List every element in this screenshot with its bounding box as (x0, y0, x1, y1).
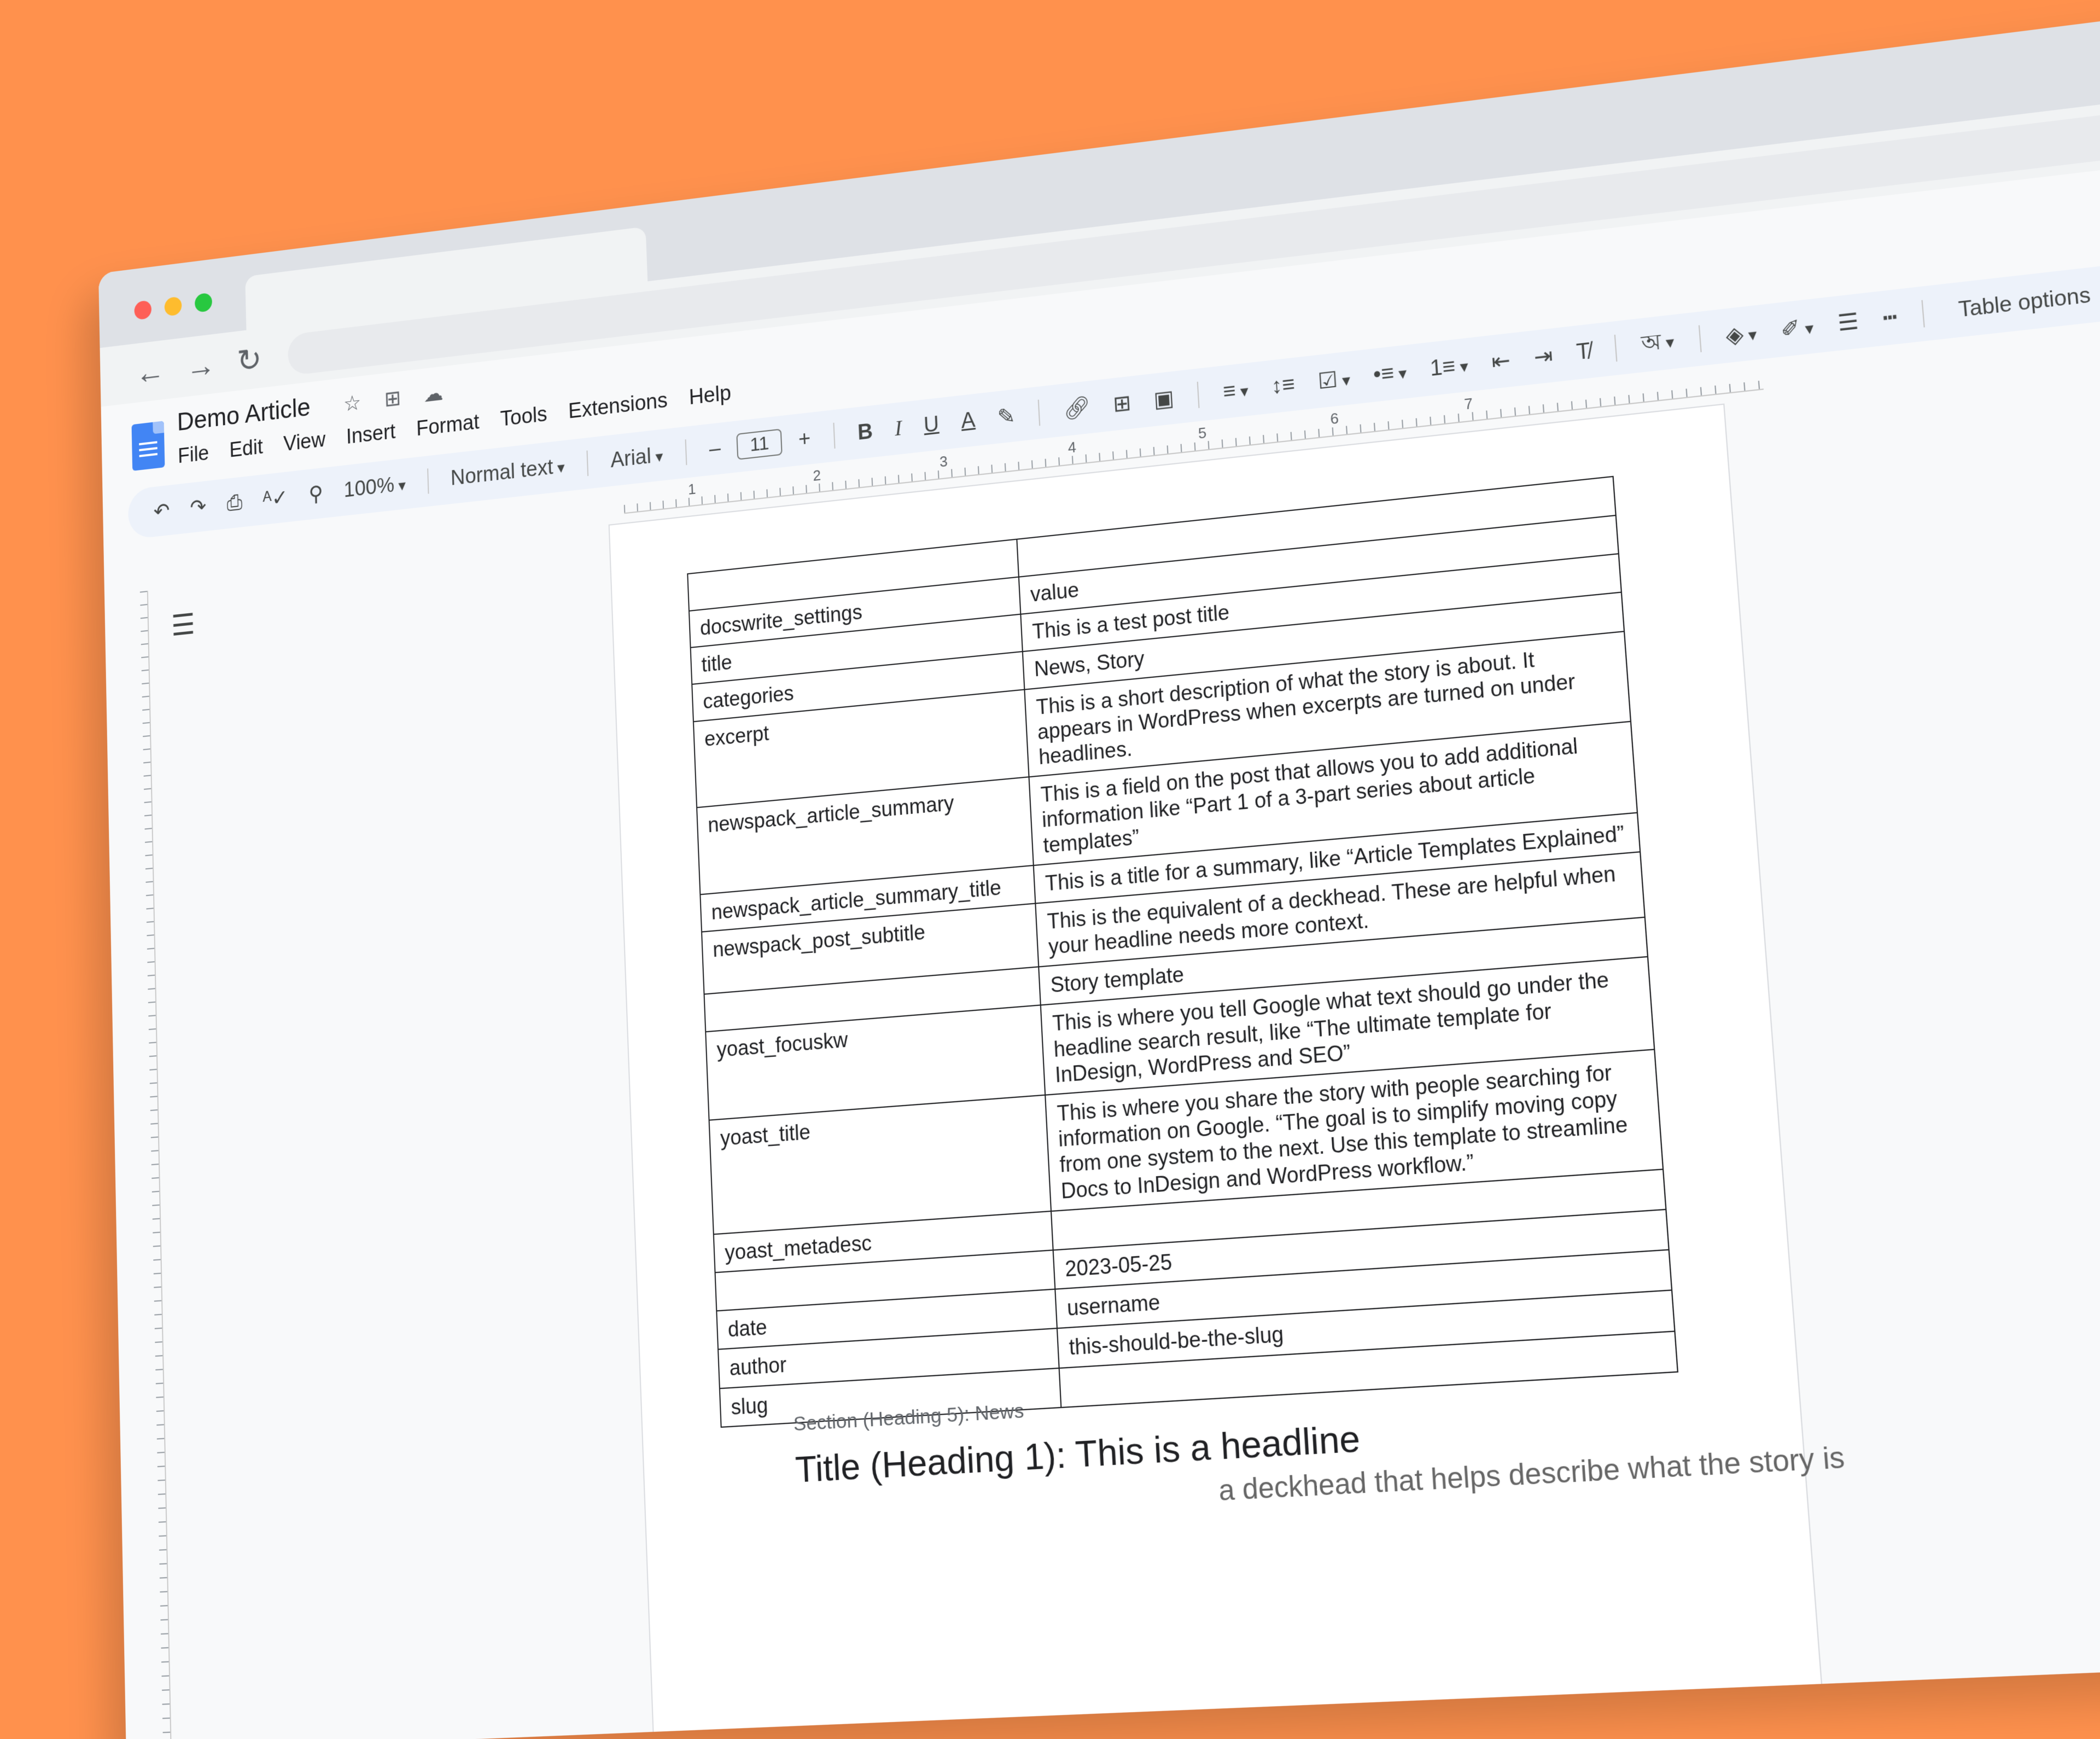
ruler-number: 5 (1198, 424, 1207, 443)
italic-button[interactable]: I (889, 415, 908, 442)
toolbar-divider (586, 450, 589, 476)
toolbar-divider (685, 439, 687, 466)
toolbar-divider (1197, 381, 1200, 408)
menu-tools[interactable]: Tools (500, 403, 547, 432)
ruler-number: 6 (1329, 409, 1339, 428)
checklist-icon[interactable]: ☑ (1311, 364, 1357, 395)
decrease-font-size-button[interactable]: – (703, 436, 726, 462)
table-key-cell[interactable]: yoast_title (709, 1095, 1052, 1235)
forward-arrow-icon[interactable]: → (186, 347, 216, 385)
redo-icon[interactable]: ↷ (185, 493, 212, 521)
decrease-indent-icon[interactable]: ⇤ (1485, 346, 1517, 376)
toolbar-divider (1614, 334, 1618, 362)
insert-image-icon[interactable]: ▣ (1147, 384, 1181, 413)
border-width-icon[interactable]: ☰ (1830, 307, 1865, 337)
spellcheck-icon[interactable]: ᴬ✓ (258, 484, 294, 513)
link-icon[interactable]: 🔗︎ (1057, 394, 1097, 423)
cloud-status-icon[interactable]: ☁ (422, 380, 445, 408)
font-size-input[interactable]: 11 (736, 428, 783, 460)
border-color-icon[interactable]: ✐ (1774, 312, 1821, 344)
border-dash-icon[interactable]: ┅ (1876, 303, 1904, 332)
menu-view[interactable]: View (283, 428, 326, 457)
undo-icon[interactable]: ↶ (148, 497, 175, 525)
toolbar-divider (1921, 300, 1926, 328)
text-color-button[interactable]: A (955, 407, 981, 434)
menu-extensions[interactable]: Extensions (568, 388, 668, 423)
settings-table[interactable]: docswrite_settings value title This is a te… (687, 476, 1678, 1428)
docs-logo-icon[interactable] (131, 421, 165, 471)
bulleted-list-icon[interactable]: •≡ (1367, 358, 1413, 388)
underline-button[interactable]: U (918, 411, 945, 439)
menu-format[interactable]: Format (416, 410, 480, 441)
scene: ← → ↻ Demo Article ☆ ⊞ ☁ File Edit View Ins… (0, 0, 2100, 1739)
title-icons: ☆ ⊞ ☁ (341, 380, 445, 417)
numbered-list-icon[interactable]: 1≡ (1424, 352, 1475, 382)
increase-font-size-button[interactable]: + (792, 426, 816, 452)
align-icon[interactable]: ≡ (1217, 376, 1255, 405)
fill-color-icon[interactable]: ◈ (1719, 318, 1764, 350)
print-icon[interactable]: ⎙ (221, 490, 248, 516)
increase-indent-icon[interactable]: ⇥ (1527, 341, 1559, 371)
document-title[interactable]: Demo Article (177, 392, 311, 437)
back-arrow-icon[interactable]: ← (135, 353, 165, 391)
vertical-ruler[interactable] (125, 590, 172, 1739)
toolbar-divider (1698, 325, 1702, 352)
document-page[interactable]: docswrite_settings value title This is a te… (608, 403, 1846, 1739)
document-outline-icon[interactable]: ☰ (171, 608, 196, 643)
clear-formatting-icon[interactable]: T̸ (1570, 338, 1597, 366)
add-comment-icon[interactable]: ⊞ (1107, 389, 1138, 418)
star-icon[interactable]: ☆ (341, 390, 364, 417)
maximize-window-button[interactable] (194, 292, 213, 313)
menu-help[interactable]: Help (689, 381, 732, 410)
paint-format-icon[interactable]: ⚲ (303, 480, 328, 508)
minimize-window-button[interactable] (164, 296, 182, 317)
browser-window: ← → ↻ Demo Article ☆ ⊞ ☁ File Edit View Ins… (98, 0, 2100, 1739)
toolbar-divider (427, 468, 429, 494)
ruler-number: 3 (939, 452, 948, 470)
toolbar-divider (833, 422, 836, 449)
menu-file[interactable]: File (178, 441, 209, 468)
line-spacing-icon[interactable]: ↕≡ (1265, 371, 1302, 399)
style-select[interactable]: Normal text (445, 453, 570, 491)
ruler-number: 2 (812, 466, 821, 485)
ruler-number: 7 (1463, 394, 1474, 413)
table-options-button[interactable]: Table options (1942, 282, 2091, 324)
bold-button[interactable]: B (851, 418, 879, 445)
close-window-button[interactable] (134, 300, 152, 321)
input-tools-icon[interactable]: অ (1634, 322, 1682, 365)
toolbar-divider (1038, 399, 1041, 426)
highlight-icon[interactable]: ✎ (991, 402, 1022, 431)
zoom-select[interactable]: 100% (339, 471, 411, 503)
reload-icon[interactable]: ↻ (236, 341, 262, 379)
move-to-folder-icon[interactable]: ⊞ (381, 385, 405, 412)
ruler-number: 1 (687, 480, 697, 498)
menu-insert[interactable]: Insert (346, 420, 395, 449)
menu-edit[interactable]: Edit (229, 435, 263, 463)
ruler-number: 4 (1068, 438, 1077, 457)
font-select[interactable]: Arial (605, 443, 669, 474)
